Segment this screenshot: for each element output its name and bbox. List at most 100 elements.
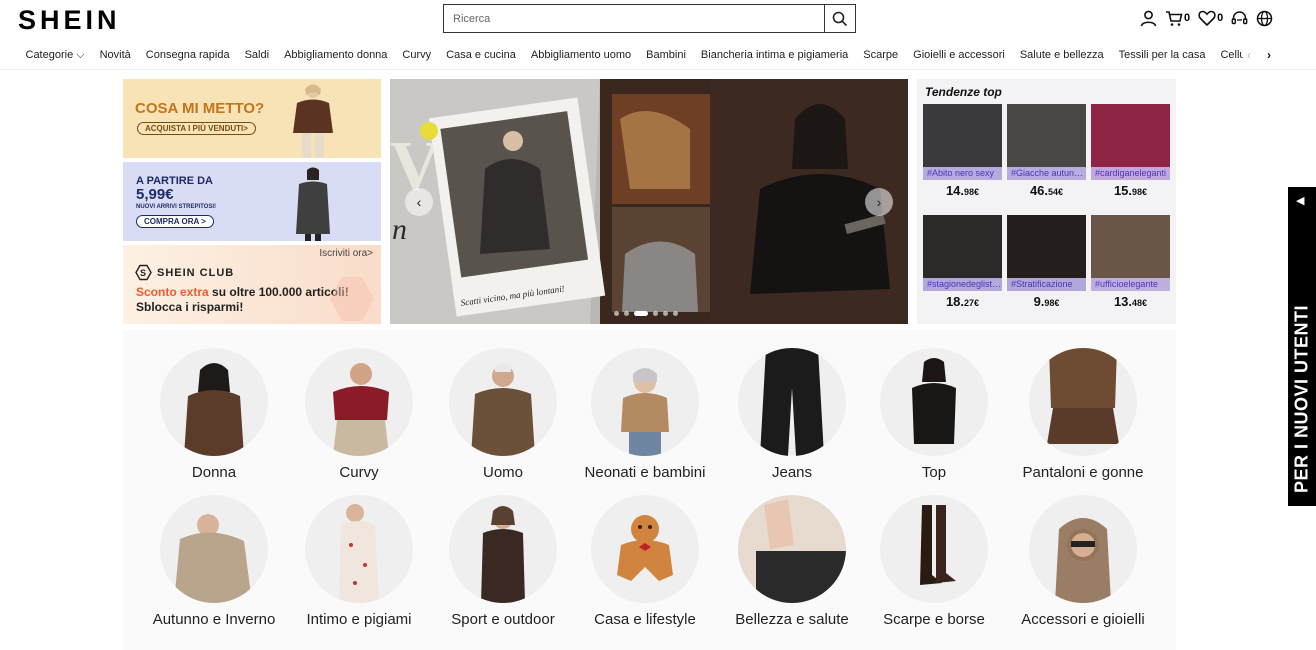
category-pantaloni-gonne[interactable]: Pantaloni e gonne <box>1008 348 1158 481</box>
category-image <box>1029 495 1137 603</box>
support-button[interactable] <box>1231 9 1248 27</box>
trend-price: 18.27€ <box>945 294 980 309</box>
trend-card[interactable]: #Giacche autunnali 46.54€ <box>1007 104 1086 198</box>
category-accessori-gioielli[interactable]: Accessori e gioielli <box>1008 495 1158 628</box>
trend-card[interactable]: #Stratificazione 9.98€ <box>1007 215 1086 309</box>
promo-banner-bestsellers[interactable]: COSA MI METTO? ACQUISTA I PIÙ VENDUTI> <box>123 79 381 158</box>
category-jeans[interactable]: Jeans <box>717 348 867 481</box>
category-image <box>880 495 988 603</box>
category-donna[interactable]: Donna <box>139 348 289 481</box>
category-neonati-bambini[interactable]: Neonati e bambini <box>570 348 720 481</box>
promo1-title: COSA MI METTO? <box>135 100 265 117</box>
category-image <box>591 348 699 456</box>
search-button[interactable] <box>824 5 855 32</box>
club-signup-link[interactable]: Iscriviti ora> <box>319 248 373 259</box>
new-user-side-tab[interactable]: ◀ PER I NUOVI UTENTI <box>1288 187 1316 506</box>
nav-item-cellulari[interactable]: Cellulari & accessori <box>1220 49 1243 61</box>
category-image <box>305 348 413 456</box>
trend-price: 15.98€ <box>1113 183 1148 198</box>
club-title: S SHEIN CLUB <box>135 264 234 281</box>
carousel-dot[interactable] <box>614 311 619 316</box>
category-autunno-inverno[interactable]: Autunno e Inverno <box>139 495 289 628</box>
club-offer-line: Sconto extra su oltre 100.000 articoli! <box>136 285 349 299</box>
header-icons: 0 0 <box>1140 9 1273 27</box>
nav-item-consegna-rapida[interactable]: Consegna rapida <box>146 49 230 61</box>
nav-item-bambini[interactable]: Bambini <box>646 49 686 61</box>
header: SHEIN 0 0 <box>0 0 1316 38</box>
category-bellezza-salute[interactable]: Bellezza e salute <box>717 495 867 628</box>
category-top[interactable]: Top <box>859 348 1009 481</box>
trend-price: 14.98€ <box>945 183 980 198</box>
carousel-dot[interactable] <box>653 311 658 316</box>
new-user-tab-label: PER I NUOVI UTENTI <box>1291 304 1312 494</box>
trend-price: 46.54€ <box>1029 183 1064 198</box>
category-curvy[interactable]: Curvy <box>284 348 434 481</box>
user-icon <box>1140 10 1157 26</box>
category-grid: Donna Curvy Uomo Neonati e bambini Jeans… <box>123 330 1176 650</box>
trend-tag: #ufficioelegante <box>1091 278 1170 291</box>
hero-banner-image: V n Scatti vicino, ma più lontani! <box>390 79 908 324</box>
category-sport-outdoor[interactable]: Sport e outdoor <box>428 495 578 628</box>
nav-item-gioielli[interactable]: Gioielli e accessori <box>913 49 1005 61</box>
category-uomo[interactable]: Uomo <box>428 348 578 481</box>
nav-item-casa-cucina[interactable]: Casa e cucina <box>446 49 516 61</box>
carousel-dot-active[interactable] <box>634 311 648 316</box>
nav-item-abbigliamento-uomo[interactable]: Abbigliamento uomo <box>531 49 631 61</box>
carousel-dot[interactable] <box>624 311 629 316</box>
promo2-subtitle: NUOVI ARRIVI STREPITOSI! <box>136 204 217 210</box>
chevron-left-icon: ‹ <box>416 194 422 210</box>
trend-tag: #stagionedeglistivali <box>923 278 1002 291</box>
trending-title: Tendenze top <box>925 85 1002 99</box>
trend-price: 9.98€ <box>1033 294 1060 309</box>
hero-prev-button[interactable]: ‹ <box>405 188 433 216</box>
category-image <box>449 348 557 456</box>
account-button[interactable] <box>1140 9 1157 27</box>
category-scarpe-borse[interactable]: Scarpe e borse <box>859 495 1009 628</box>
nav-item-abbigliamento-donna[interactable]: Abbigliamento donna <box>284 49 387 61</box>
promo-banner-shein-club[interactable]: Iscriviti ora> S SHEIN CLUB Sconto extra… <box>123 245 381 324</box>
trend-tag: #Stratificazione <box>1007 278 1086 291</box>
promo2-cta[interactable]: COMPRA ORA > <box>136 215 214 228</box>
search-icon <box>832 11 848 26</box>
trend-image: #Stratificazione <box>1007 215 1086 291</box>
language-button[interactable] <box>1256 9 1273 27</box>
hero-next-button[interactable]: › <box>865 188 893 216</box>
cart-icon <box>1166 10 1183 26</box>
nav-item-tessili[interactable]: Tessili per la casa <box>1119 49 1206 61</box>
carousel-dot[interactable] <box>673 311 678 316</box>
nav-item-saldi[interactable]: Saldi <box>245 49 269 61</box>
model-coat-image <box>296 167 330 241</box>
promo2-price: 5,99€ <box>136 186 174 203</box>
nav-item-categorie[interactable]: Categorie ⌵ <box>26 49 85 62</box>
carousel-dot[interactable] <box>663 311 668 316</box>
nav-prev-icon[interactable]: ‹ <box>1247 48 1251 62</box>
trend-card[interactable]: #ufficioelegante 13.48€ <box>1091 215 1170 309</box>
promo-banner-new-arrivals[interactable]: A PARTIRE DA 5,99€ NUOVI ARRIVI STREPITO… <box>123 162 381 241</box>
cart-button[interactable]: 0 <box>1165 9 1190 27</box>
model-figure-image <box>293 84 333 158</box>
trend-tag: #Giacche autunnali <box>1007 167 1086 180</box>
nav-item-biancheria[interactable]: Biancheria intima e pigiameria <box>701 49 848 61</box>
hero-carousel[interactable]: V n Scatti vicino, ma più lontani! ‹ › <box>390 79 908 324</box>
category-image <box>738 348 846 456</box>
club-logo-icon: S <box>135 264 152 281</box>
promo1-cta[interactable]: ACQUISTA I PIÙ VENDUTI> <box>137 122 256 135</box>
nav-next-icon[interactable]: › <box>1267 48 1271 62</box>
category-intimo-pigiami[interactable]: Intimo e pigiami <box>284 495 434 628</box>
shein-logo[interactable]: SHEIN <box>18 5 121 36</box>
category-image <box>591 495 699 603</box>
wishlist-button[interactable]: 0 <box>1198 9 1223 27</box>
nav-item-novita[interactable]: Novità <box>100 49 131 61</box>
nav-item-salute-bellezza[interactable]: Salute e bellezza <box>1020 49 1104 61</box>
trend-card[interactable]: #stagionedeglistivali 18.27€ <box>923 215 1002 309</box>
nav-item-curvy[interactable]: Curvy <box>402 49 431 61</box>
trend-image: #ufficioelegante <box>1091 215 1170 291</box>
trend-card[interactable]: #cardiganeleganti 15.98€ <box>1091 104 1170 198</box>
trend-card[interactable]: #Abito nero sexy 14.98€ <box>923 104 1002 198</box>
search-input[interactable] <box>444 5 824 32</box>
trend-tag: #Abito nero sexy <box>923 167 1002 180</box>
category-casa-lifestyle[interactable]: Casa e lifestyle <box>570 495 720 628</box>
nav-item-scarpe[interactable]: Scarpe <box>863 49 898 61</box>
chevron-right-icon: › <box>876 194 882 210</box>
headset-icon <box>1231 10 1248 24</box>
